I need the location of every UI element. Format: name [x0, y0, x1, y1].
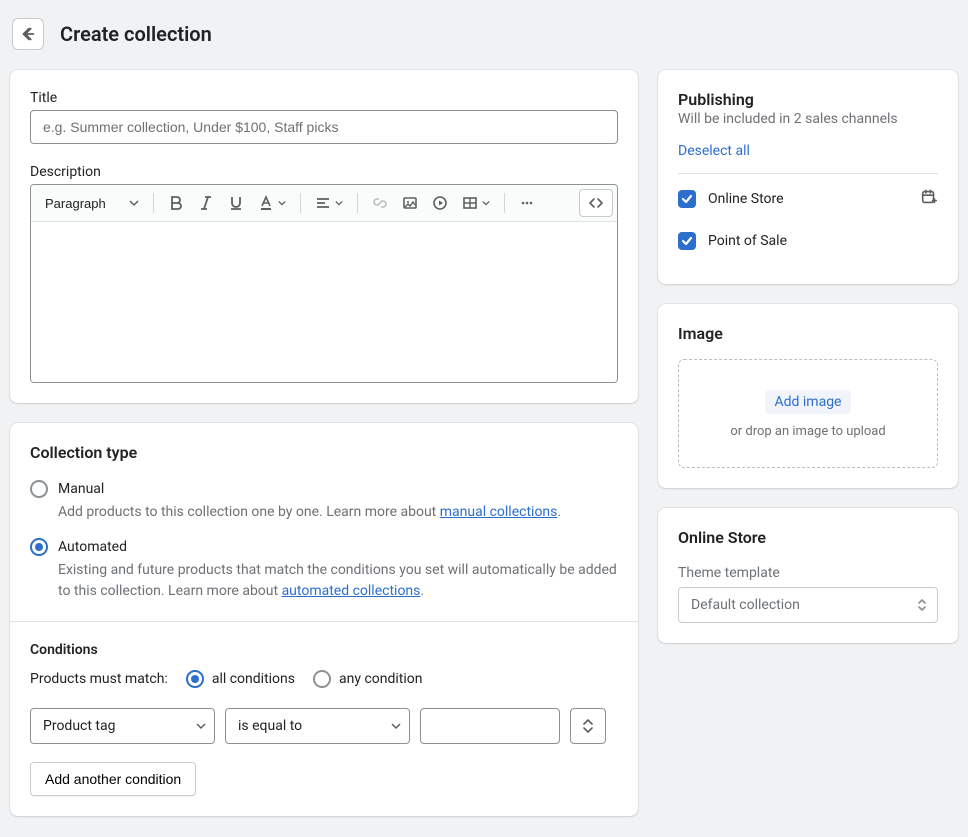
code-icon [588, 195, 604, 211]
align-icon [315, 195, 331, 211]
add-image-button[interactable]: Add image [765, 390, 852, 414]
condition-relation-select[interactable]: is equal to [225, 708, 410, 744]
text-color-icon [258, 195, 274, 211]
checkbox-checked-icon[interactable] [678, 232, 696, 250]
checkbox-checked-icon[interactable] [678, 190, 696, 208]
underline-icon [228, 195, 244, 211]
rte-image-button[interactable] [396, 189, 424, 217]
rte-toolbar: Paragraph [31, 185, 617, 222]
select-updown-icon [917, 598, 927, 612]
online-store-heading: Online Store [678, 528, 938, 547]
condition-value-input[interactable] [420, 708, 560, 744]
rte-align-button[interactable] [309, 189, 349, 217]
radio-manual[interactable]: Manual [30, 480, 618, 498]
caret-down-icon [196, 721, 206, 731]
match-all-radio[interactable]: all conditions [186, 670, 295, 688]
video-icon [432, 195, 448, 211]
schedule-button[interactable] [920, 188, 938, 210]
image-icon [402, 195, 418, 211]
match-label: Products must match: [30, 671, 168, 687]
rte-body[interactable] [31, 222, 617, 382]
condition-field-value: Product tag [43, 718, 115, 734]
image-heading: Image [678, 324, 938, 343]
rich-text-editor: Paragraph [30, 184, 618, 383]
radio-label: Manual [58, 481, 104, 497]
rte-video-button[interactable] [426, 189, 454, 217]
link-icon [372, 195, 388, 211]
italic-icon [198, 195, 214, 211]
caret-down-icon [391, 721, 401, 731]
rte-divider [357, 193, 358, 213]
rte-more-button[interactable] [513, 189, 541, 217]
title-input[interactable] [30, 110, 618, 144]
rte-paragraph-select[interactable]: Paragraph [35, 189, 145, 217]
table-icon [462, 195, 478, 211]
caret-down-icon [129, 198, 139, 208]
description-label: Description [30, 164, 618, 180]
rte-underline-button[interactable] [222, 189, 250, 217]
rte-divider [153, 193, 154, 213]
online-store-card: Online Store Theme template Default coll… [658, 508, 958, 643]
rte-bold-button[interactable] [162, 189, 190, 217]
publishing-heading: Publishing [678, 90, 938, 109]
channel-point-of-sale: Point of Sale [678, 224, 938, 264]
radio-icon [30, 480, 48, 498]
title-description-card: Title Description Paragraph [10, 70, 638, 403]
rte-italic-button[interactable] [192, 189, 220, 217]
condition-field-select[interactable]: Product tag [30, 708, 215, 744]
manual-help-text: Add products to this collection one by o… [58, 502, 618, 522]
more-icon [519, 195, 535, 211]
condition-relation-value: is equal to [238, 718, 302, 734]
rte-table-button[interactable] [456, 189, 496, 217]
rte-color-button[interactable] [252, 189, 292, 217]
theme-template-label: Theme template [678, 565, 938, 581]
match-all-label: all conditions [212, 671, 295, 687]
caret-down-icon [482, 199, 490, 207]
radio-label: Automated [58, 539, 127, 555]
theme-template-value: Default collection [691, 597, 800, 613]
title-label: Title [30, 90, 618, 106]
condition-sort-button[interactable] [570, 708, 606, 744]
rte-paragraph-label: Paragraph [45, 196, 106, 211]
rte-source-button[interactable] [579, 189, 613, 217]
sort-icon [582, 719, 594, 733]
back-button[interactable] [12, 18, 44, 50]
publishing-subtext: Will be included in 2 sales channels [678, 111, 938, 127]
radio-icon [186, 670, 204, 688]
publishing-card: Publishing Will be included in 2 sales c… [658, 70, 958, 284]
page-title: Create collection [60, 22, 212, 46]
caret-down-icon [335, 199, 343, 207]
channel-name: Online Store [708, 191, 908, 207]
match-any-radio[interactable]: any condition [313, 670, 423, 688]
rte-link-button[interactable] [366, 189, 394, 217]
image-drop-hint: or drop an image to upload [689, 424, 927, 439]
caret-down-icon [278, 199, 286, 207]
radio-automated[interactable]: Automated [30, 538, 618, 556]
match-any-label: any condition [339, 671, 423, 687]
radio-icon [30, 538, 48, 556]
calendar-add-icon [920, 188, 938, 206]
image-card: Image Add image or drop an image to uplo… [658, 304, 958, 488]
channel-online-store: Online Store [678, 174, 938, 224]
theme-template-select[interactable]: Default collection [678, 587, 938, 623]
rte-divider [504, 193, 505, 213]
image-drop-zone[interactable]: Add image or drop an image to upload [678, 359, 938, 468]
collection-type-heading: Collection type [30, 443, 618, 462]
collection-type-card: Collection type Manual Add products to t… [10, 423, 638, 816]
automated-help-text: Existing and future products that match … [58, 560, 618, 601]
manual-collections-link[interactable]: manual collections [440, 504, 558, 520]
rte-divider [300, 193, 301, 213]
automated-collections-link[interactable]: automated collections [282, 583, 421, 599]
channel-name: Point of Sale [708, 233, 938, 249]
add-condition-button[interactable]: Add another condition [30, 762, 196, 796]
radio-icon [313, 670, 331, 688]
conditions-heading: Conditions [30, 642, 618, 658]
bold-icon [168, 195, 184, 211]
deselect-all-link[interactable]: Deselect all [678, 143, 750, 159]
